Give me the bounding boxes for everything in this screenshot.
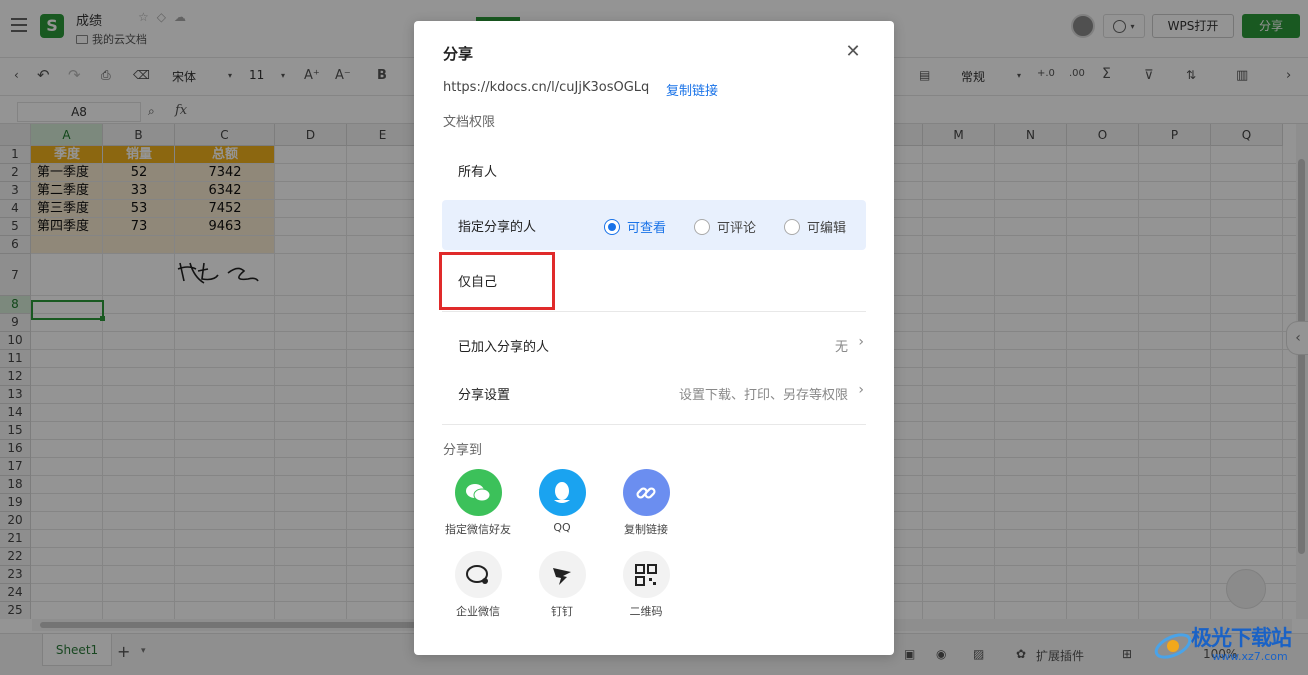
share-target-label: 指定微信好友 — [445, 523, 511, 536]
radio-dot-icon — [604, 218, 620, 235]
watermark-swirl-icon — [1154, 633, 1192, 659]
permission-label: 文档权限 — [443, 115, 496, 130]
share-target-qrcode[interactable]: 二维码 — [608, 551, 684, 619]
share-settings-label: 分享设置 — [458, 388, 511, 403]
share-target-link[interactable]: 复制链接 — [608, 469, 684, 537]
option-everyone-label: 所有人 — [458, 165, 498, 180]
joined-members-row[interactable]: 已加入分享的人 无 › — [442, 324, 866, 364]
copy-link-button[interactable]: 复制链接 — [666, 80, 718, 99]
share-target-label: 钉钉 — [551, 605, 573, 618]
option-specified-label: 指定分享的人 — [458, 220, 537, 235]
dingtalk-icon — [538, 551, 586, 598]
share-target-wecom[interactable]: 企业微信 — [440, 551, 516, 619]
share-url: https://kdocs.cn/l/cuJjK3osOGLq — [443, 80, 650, 95]
share-settings-row[interactable]: 分享设置 设置下载、打印、另存等权限 › — [442, 372, 866, 412]
share-target-wechat[interactable]: 指定微信好友 — [440, 469, 516, 537]
joined-members-label: 已加入分享的人 — [458, 340, 550, 355]
radio-dot-icon — [784, 218, 800, 235]
dialog-title: 分享 — [443, 45, 474, 63]
share-target-label: 企业微信 — [456, 605, 500, 618]
qrcode-icon — [622, 551, 670, 598]
radio-edit[interactable]: 可编辑 — [784, 217, 846, 236]
share-target-qq[interactable]: QQ — [524, 469, 600, 534]
share-target-label: 复制链接 — [624, 523, 668, 536]
share-target-label: QQ — [553, 521, 571, 534]
highlight-annotation — [439, 252, 555, 310]
share-dialog: 分享 ✕ https://kdocs.cn/l/cuJjK3osOGLq 复制链… — [414, 21, 894, 655]
radio-comment[interactable]: 可评论 — [694, 217, 756, 236]
share-target-dingtalk[interactable]: 钉钉 — [524, 551, 600, 619]
chevron-right-icon: › — [858, 382, 864, 398]
option-specified[interactable]: 指定分享的人 可查看 可评论 可编辑 — [442, 200, 866, 250]
share-settings-value: 设置下载、打印、另存等权限 — [678, 388, 848, 403]
wechat-icon — [454, 469, 502, 516]
chevron-right-icon: › — [858, 334, 864, 350]
radio-comment-label: 可评论 — [717, 221, 757, 236]
divider — [442, 311, 866, 312]
watermark-logo: 极光下载站 www.xz7.com — [1152, 620, 1302, 670]
radio-view[interactable]: 可查看 — [604, 217, 666, 236]
qq-icon — [538, 469, 586, 516]
radio-edit-label: 可编辑 — [807, 221, 847, 236]
close-icon[interactable]: ✕ — [844, 43, 862, 61]
joined-members-value: 无 — [834, 340, 848, 355]
radio-dot-icon — [694, 218, 710, 235]
link-icon — [622, 469, 670, 516]
share-to-label: 分享到 — [443, 443, 483, 458]
wecom-icon — [454, 551, 502, 598]
share-target-label: 二维码 — [629, 605, 663, 618]
watermark-url: www.xz7.com — [1212, 650, 1288, 663]
option-everyone[interactable]: 所有人 — [442, 145, 866, 195]
divider — [442, 424, 866, 425]
watermark-text: 极光下载站 — [1191, 626, 1292, 650]
radio-view-label: 可查看 — [627, 221, 667, 236]
